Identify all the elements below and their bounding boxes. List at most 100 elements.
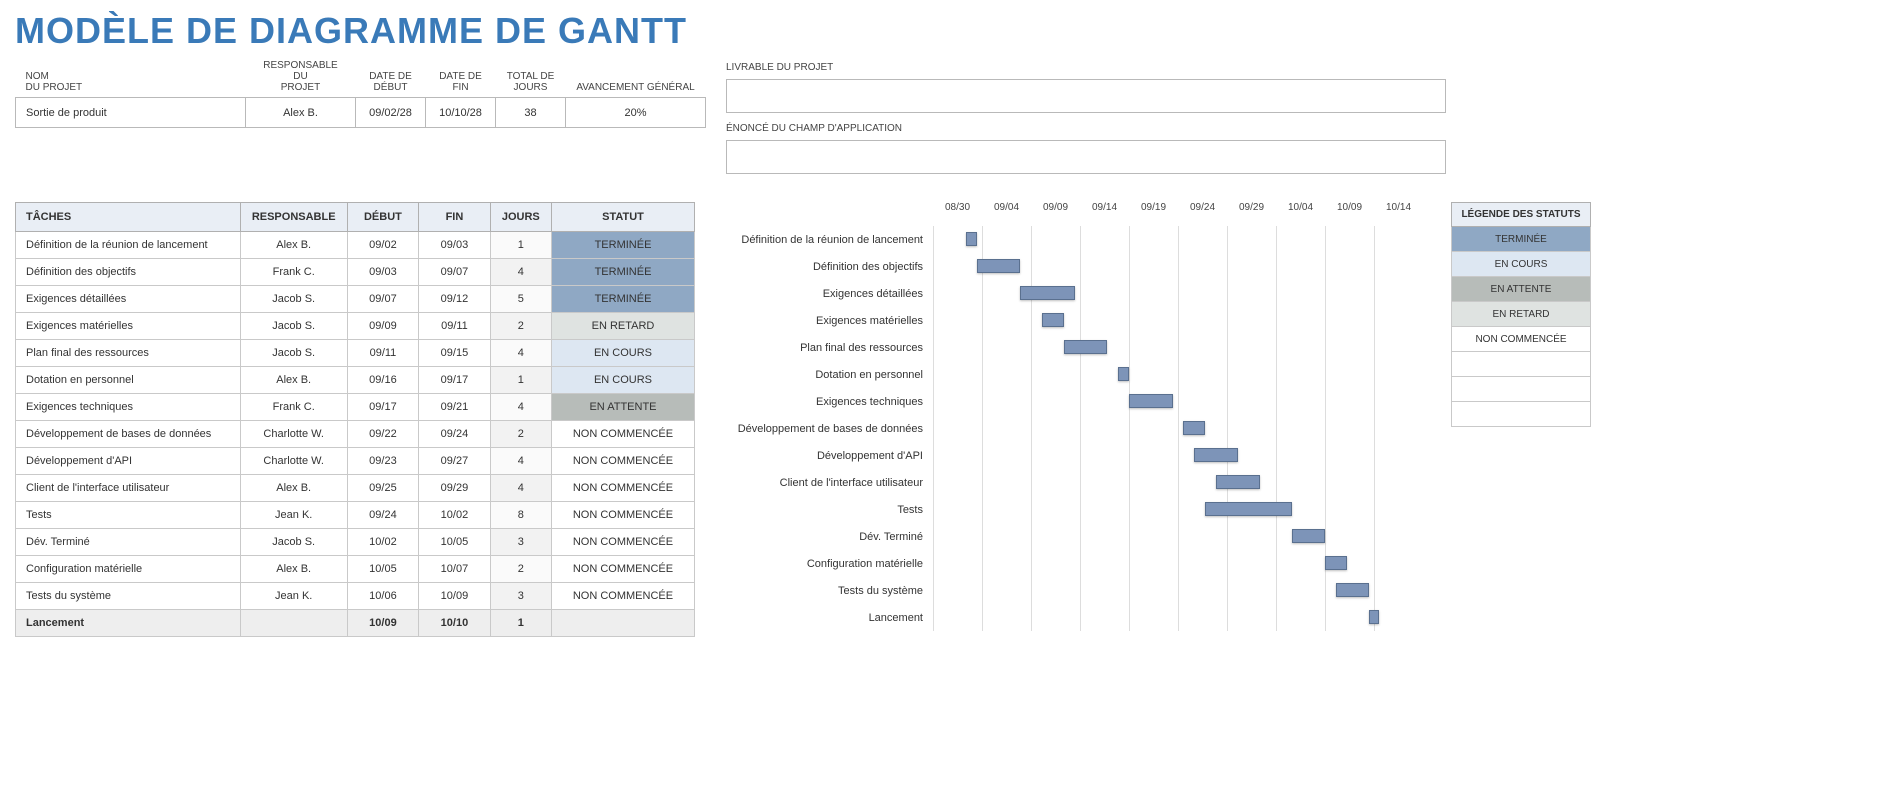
task-end-cell[interactable]: 09/21 (419, 394, 491, 421)
summary-jours[interactable]: 38 (496, 98, 566, 128)
task-start-cell[interactable]: 09/25 (347, 475, 419, 502)
task-days-cell[interactable]: 4 (490, 340, 551, 367)
table-row[interactable]: Définition des objectifsFrank C.09/0309/… (16, 259, 695, 286)
task-name-cell[interactable]: Client de l'interface utilisateur (16, 475, 241, 502)
task-status-cell[interactable]: TERMINÉE (551, 232, 694, 259)
task-status-cell[interactable]: EN COURS (551, 340, 694, 367)
task-status-cell[interactable]: TERMINÉE (551, 286, 694, 313)
task-status-cell[interactable]: NON COMMENCÉE (551, 583, 694, 610)
summary-debut[interactable]: 09/02/28 (356, 98, 426, 128)
table-row[interactable]: Tests du systèmeJean K.10/0610/093NON CO… (16, 583, 695, 610)
task-start-cell[interactable]: 10/06 (347, 583, 419, 610)
task-owner-cell[interactable]: Alex B. (240, 232, 347, 259)
task-days-cell[interactable]: 4 (490, 394, 551, 421)
task-name-cell[interactable]: Définition des objectifs (16, 259, 241, 286)
task-end-cell[interactable]: 09/12 (419, 286, 491, 313)
task-days-cell[interactable]: 1 (490, 610, 551, 637)
task-end-cell[interactable]: 09/03 (419, 232, 491, 259)
table-row[interactable]: Client de l'interface utilisateurAlex B.… (16, 475, 695, 502)
table-row[interactable]: Dév. TerminéJacob S.10/0210/053NON COMME… (16, 529, 695, 556)
task-days-cell[interactable]: 2 (490, 313, 551, 340)
task-start-cell[interactable]: 09/24 (347, 502, 419, 529)
task-name-cell[interactable]: Plan final des ressources (16, 340, 241, 367)
task-owner-cell[interactable]: Frank C. (240, 259, 347, 286)
task-status-cell[interactable]: EN ATTENTE (551, 394, 694, 421)
table-row[interactable]: Exigences techniquesFrank C.09/1709/214E… (16, 394, 695, 421)
task-name-cell[interactable]: Dév. Terminé (16, 529, 241, 556)
task-name-cell[interactable]: Dotation en personnel (16, 367, 241, 394)
task-days-cell[interactable]: 1 (490, 367, 551, 394)
task-start-cell[interactable]: 09/03 (347, 259, 419, 286)
table-row[interactable]: Exigences détailléesJacob S.09/0709/125T… (16, 286, 695, 313)
table-row[interactable]: Dotation en personnelAlex B.09/1609/171E… (16, 367, 695, 394)
task-status-cell[interactable]: EN COURS (551, 367, 694, 394)
task-owner-cell[interactable]: Charlotte W. (240, 448, 347, 475)
task-days-cell[interactable]: 2 (490, 421, 551, 448)
task-start-cell[interactable]: 09/09 (347, 313, 419, 340)
task-end-cell[interactable]: 10/10 (419, 610, 491, 637)
task-owner-cell[interactable]: Alex B. (240, 475, 347, 502)
task-start-cell[interactable]: 09/16 (347, 367, 419, 394)
task-name-cell[interactable]: Tests (16, 502, 241, 529)
task-days-cell[interactable]: 5 (490, 286, 551, 313)
task-end-cell[interactable]: 09/27 (419, 448, 491, 475)
scope-input[interactable] (726, 140, 1446, 174)
task-name-cell[interactable]: Lancement (16, 610, 241, 637)
task-days-cell[interactable]: 4 (490, 448, 551, 475)
task-owner-cell[interactable]: Frank C. (240, 394, 347, 421)
task-status-cell[interactable]: NON COMMENCÉE (551, 529, 694, 556)
task-start-cell[interactable]: 10/05 (347, 556, 419, 583)
task-owner-cell[interactable]: Jacob S. (240, 529, 347, 556)
task-start-cell[interactable]: 09/02 (347, 232, 419, 259)
task-owner-cell[interactable]: Jean K. (240, 583, 347, 610)
task-name-cell[interactable]: Définition de la réunion de lancement (16, 232, 241, 259)
table-row[interactable]: Lancement10/0910/101 (16, 610, 695, 637)
task-start-cell[interactable]: 09/23 (347, 448, 419, 475)
task-days-cell[interactable]: 4 (490, 475, 551, 502)
task-owner-cell[interactable]: Jean K. (240, 502, 347, 529)
summary-nom[interactable]: Sortie de produit (16, 98, 246, 128)
table-row[interactable]: TestsJean K.09/2410/028NON COMMENCÉE (16, 502, 695, 529)
task-name-cell[interactable]: Développement de bases de données (16, 421, 241, 448)
task-days-cell[interactable]: 3 (490, 583, 551, 610)
task-days-cell[interactable]: 3 (490, 529, 551, 556)
table-row[interactable]: Configuration matérielleAlex B.10/0510/0… (16, 556, 695, 583)
table-row[interactable]: Définition de la réunion de lancementAle… (16, 232, 695, 259)
task-name-cell[interactable]: Tests du système (16, 583, 241, 610)
task-days-cell[interactable]: 4 (490, 259, 551, 286)
task-name-cell[interactable]: Configuration matérielle (16, 556, 241, 583)
task-days-cell[interactable]: 8 (490, 502, 551, 529)
task-name-cell[interactable]: Exigences détaillées (16, 286, 241, 313)
task-status-cell[interactable] (551, 610, 694, 637)
task-owner-cell[interactable]: Jacob S. (240, 313, 347, 340)
task-name-cell[interactable]: Exigences matérielles (16, 313, 241, 340)
task-end-cell[interactable]: 09/07 (419, 259, 491, 286)
task-owner-cell[interactable]: Charlotte W. (240, 421, 347, 448)
task-name-cell[interactable]: Exigences techniques (16, 394, 241, 421)
task-days-cell[interactable]: 2 (490, 556, 551, 583)
task-end-cell[interactable]: 09/17 (419, 367, 491, 394)
task-end-cell[interactable]: 09/15 (419, 340, 491, 367)
task-owner-cell[interactable]: Jacob S. (240, 340, 347, 367)
task-name-cell[interactable]: Développement d'API (16, 448, 241, 475)
task-end-cell[interactable]: 09/11 (419, 313, 491, 340)
livrable-input[interactable] (726, 79, 1446, 113)
summary-fin[interactable]: 10/10/28 (426, 98, 496, 128)
task-status-cell[interactable]: NON COMMENCÉE (551, 502, 694, 529)
task-start-cell[interactable]: 10/02 (347, 529, 419, 556)
task-status-cell[interactable]: NON COMMENCÉE (551, 421, 694, 448)
table-row[interactable]: Exigences matériellesJacob S.09/0909/112… (16, 313, 695, 340)
table-row[interactable]: Plan final des ressourcesJacob S.09/1109… (16, 340, 695, 367)
task-status-cell[interactable]: NON COMMENCÉE (551, 475, 694, 502)
task-start-cell[interactable]: 09/11 (347, 340, 419, 367)
task-status-cell[interactable]: EN RETARD (551, 313, 694, 340)
task-end-cell[interactable]: 10/07 (419, 556, 491, 583)
task-end-cell[interactable]: 10/02 (419, 502, 491, 529)
task-status-cell[interactable]: TERMINÉE (551, 259, 694, 286)
task-end-cell[interactable]: 10/09 (419, 583, 491, 610)
task-end-cell[interactable]: 10/05 (419, 529, 491, 556)
table-row[interactable]: Développement de bases de donnéesCharlot… (16, 421, 695, 448)
task-status-cell[interactable]: NON COMMENCÉE (551, 556, 694, 583)
task-owner-cell[interactable]: Alex B. (240, 556, 347, 583)
task-status-cell[interactable]: NON COMMENCÉE (551, 448, 694, 475)
